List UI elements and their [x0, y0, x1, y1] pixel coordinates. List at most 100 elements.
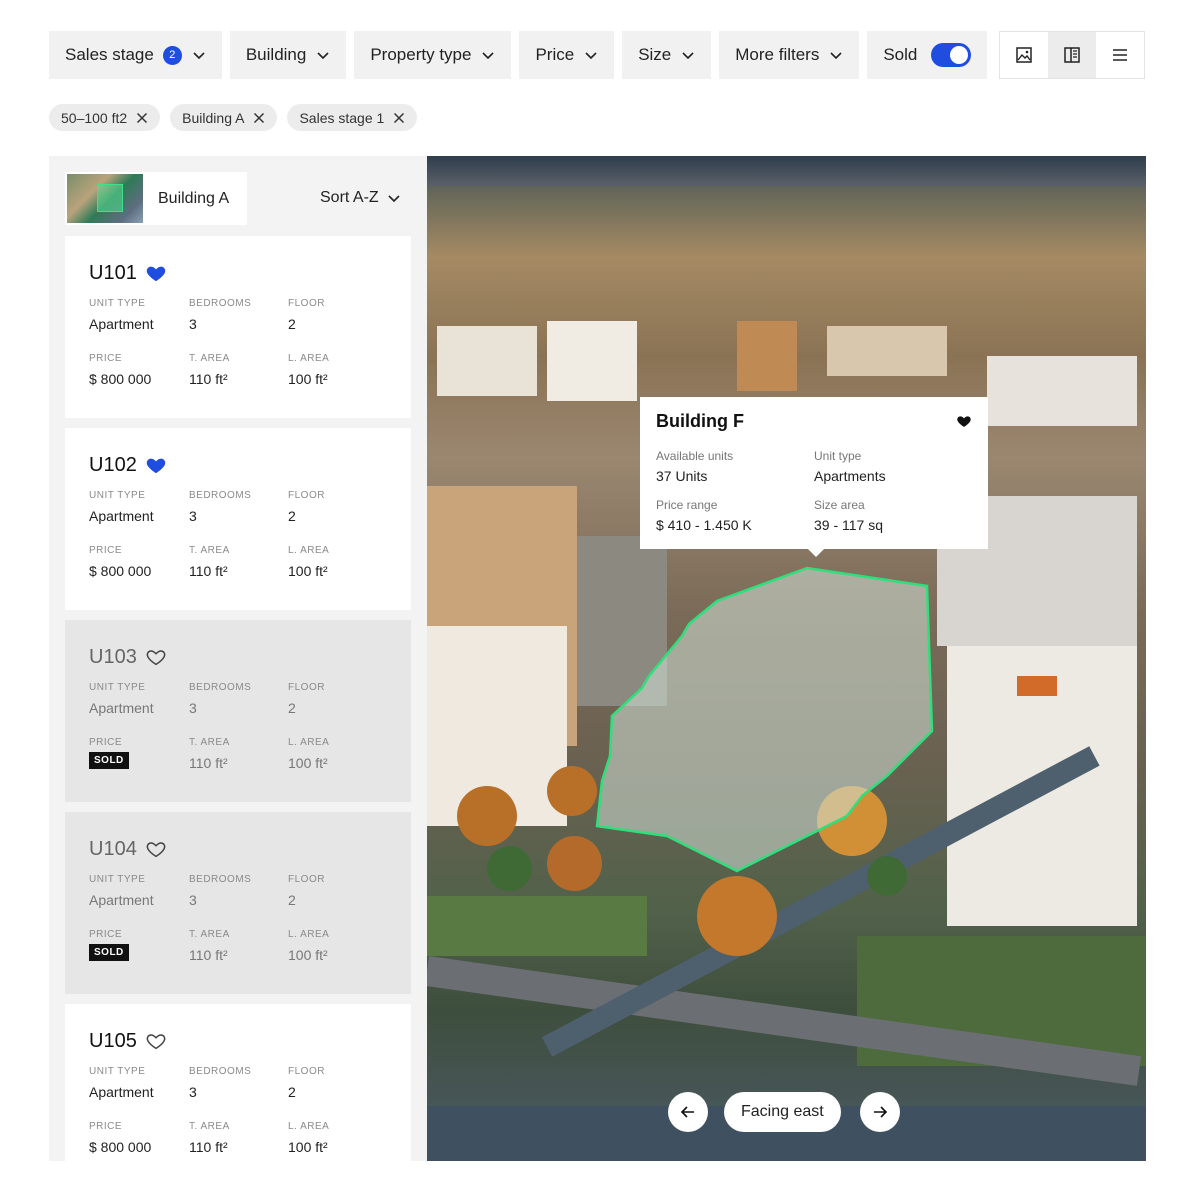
sort-dropdown[interactable]: Sort A-Z [320, 189, 401, 207]
sales-stage-filter[interactable]: Sales stage 2 [49, 31, 222, 79]
building-filter[interactable]: Building [229, 31, 347, 79]
bedrooms-value: 3 [189, 700, 197, 716]
close-icon[interactable] [253, 112, 265, 124]
total-area-label: T. AREA [189, 545, 230, 556]
floor-cell: FLOOR 2 [288, 874, 388, 908]
living-area-value: 100 ft² [288, 563, 328, 579]
living-area-cell: L. AREA 100 ft² [288, 737, 388, 771]
arrow-right-icon [874, 1106, 888, 1118]
property-type-filter[interactable]: Property type [354, 31, 512, 79]
floor-label: FLOOR [288, 298, 325, 309]
chevron-down-icon [388, 195, 400, 203]
floor-value: 2 [288, 316, 296, 332]
chevron-down-icon [193, 52, 205, 60]
sold-toggle-label: Sold [883, 45, 918, 64]
price-filter[interactable]: Price [519, 31, 615, 79]
total-area-cell: T. AREA 110 ft² [189, 353, 289, 387]
price-cell: PRICE $ 800 000 [89, 353, 189, 387]
chevron-down-icon [585, 52, 597, 60]
living-area-label: L. AREA [288, 737, 330, 748]
chevron-down-icon [830, 52, 842, 60]
size-filter[interactable]: Size [622, 31, 712, 79]
unit-title-row: U105 [89, 1028, 387, 1054]
total-area-value: 110 ft² [189, 371, 228, 387]
heart-outline-icon[interactable] [145, 1030, 167, 1052]
sold-toggle-group: Sold [867, 31, 988, 79]
unit-card-u103[interactable]: U103 UNIT TYPE Apartment BEDROOMS 3 FLOOR 2 PRI… [65, 620, 411, 802]
chip-sales-stage: Sales stage 1 [287, 104, 418, 131]
total-area-label: T. AREA [189, 929, 230, 940]
floor-cell: FLOOR 2 [288, 298, 388, 332]
unit-type-cell: UNIT TYPE Apartment [89, 1066, 189, 1100]
size-area-value: 39 - 117 sq [814, 517, 884, 533]
total-area-label: T. AREA [189, 1121, 230, 1132]
living-area-value: 100 ft² [288, 755, 328, 771]
floor-label: FLOOR [288, 490, 325, 501]
bedrooms-cell: BEDROOMS 3 [189, 298, 289, 332]
living-area-label: L. AREA [288, 929, 330, 940]
available-units-value: 37 Units [656, 468, 708, 484]
more-filters-button[interactable]: More filters [719, 31, 860, 79]
unit-card-u101[interactable]: U101 UNIT TYPE Apartment BEDROOMS 3 FLOOR 2 PRI… [65, 236, 411, 418]
heart-filled-icon[interactable] [145, 262, 167, 284]
unit-card-u102[interactable]: U102 UNIT TYPE Apartment BEDROOMS 3 FLOOR 2 PRI… [65, 428, 411, 610]
bedrooms-label: BEDROOMS [189, 874, 252, 885]
price-label: PRICE [89, 545, 123, 556]
floor-label: FLOOR [288, 874, 325, 885]
price-value: $ 800 000 [89, 371, 152, 387]
close-icon[interactable] [393, 112, 405, 124]
chip-label: 50–100 ft2 [61, 109, 128, 126]
unit-type-label: UNIT TYPE [89, 298, 146, 309]
unit-title-row: U102 [89, 452, 387, 478]
property-type-label: Property type [370, 45, 472, 64]
image-view-button[interactable] [1000, 32, 1048, 78]
heart-outline-icon[interactable] [145, 838, 167, 860]
price-value: $ 800 000 [89, 563, 152, 579]
popup-title: Building F [656, 411, 744, 431]
unit-card-u105[interactable]: U105 UNIT TYPE Apartment BEDROOMS 3 FLOOR 2 PRI… [65, 1004, 411, 1161]
rotate-right-button[interactable] [860, 1092, 900, 1132]
unit-card-u104[interactable]: U104 UNIT TYPE Apartment BEDROOMS 3 FLOOR 2 PRI… [65, 812, 411, 994]
floor-cell: FLOOR 2 [288, 490, 388, 524]
price-cell: PRICE $ 800 000 [89, 1121, 189, 1155]
heart-filled-icon[interactable] [956, 413, 972, 429]
sales-stage-label: Sales stage [65, 45, 154, 64]
price-range-label: Price range [656, 498, 718, 512]
unit-type-cell: UNIT TYPE Apartment [89, 874, 189, 908]
building-info-popup: Building F Available units 37 Units Unit… [640, 397, 988, 557]
unit-type-value: Apartment [89, 700, 154, 716]
building-highlight[interactable] [427, 156, 1146, 1161]
chip-label: Sales stage 1 [299, 109, 385, 126]
split-view-button[interactable] [1048, 32, 1096, 78]
sort-label: Sort A-Z [320, 189, 379, 206]
view-mode-switcher [999, 31, 1145, 79]
living-area-value: 100 ft² [288, 371, 328, 387]
rotate-left-button[interactable] [668, 1092, 708, 1132]
close-icon[interactable] [136, 112, 148, 124]
unit-type-label: UNIT TYPE [89, 1066, 146, 1077]
toggle-knob [950, 46, 969, 64]
price-value: $ 800 000 [89, 1139, 152, 1155]
unit-type-label: Unit type [814, 449, 862, 463]
floor-cell: FLOOR 2 [288, 682, 388, 716]
size-area-label: Size area [814, 498, 865, 512]
living-area-cell: L. AREA 100 ft² [288, 1121, 388, 1155]
size-filter-label: Size [638, 45, 672, 64]
unit-id: U105 [89, 1029, 137, 1052]
price-filter-label: Price [535, 45, 575, 64]
list-view-button[interactable] [1096, 32, 1144, 78]
more-filters-label: More filters [735, 45, 820, 64]
building-selector[interactable]: Building A [65, 172, 247, 225]
living-area-value: 100 ft² [288, 947, 328, 963]
size-area: Size area 39 - 117 sq [814, 498, 883, 533]
heart-outline-icon[interactable] [145, 646, 167, 668]
filter-bar: Sales stage 2 Building Property type Pri… [49, 31, 988, 79]
living-area-cell: L. AREA 100 ft² [288, 353, 388, 387]
heart-filled-icon[interactable] [145, 454, 167, 476]
price-cell: PRICE SOLD [89, 737, 189, 769]
available-units: Available units 37 Units [656, 449, 733, 484]
aerial-map-view[interactable]: Building F Available units 37 Units Unit… [427, 156, 1146, 1161]
sold-toggle[interactable] [931, 43, 972, 67]
bedrooms-label: BEDROOMS [189, 1066, 252, 1077]
floor-label: FLOOR [288, 682, 325, 693]
